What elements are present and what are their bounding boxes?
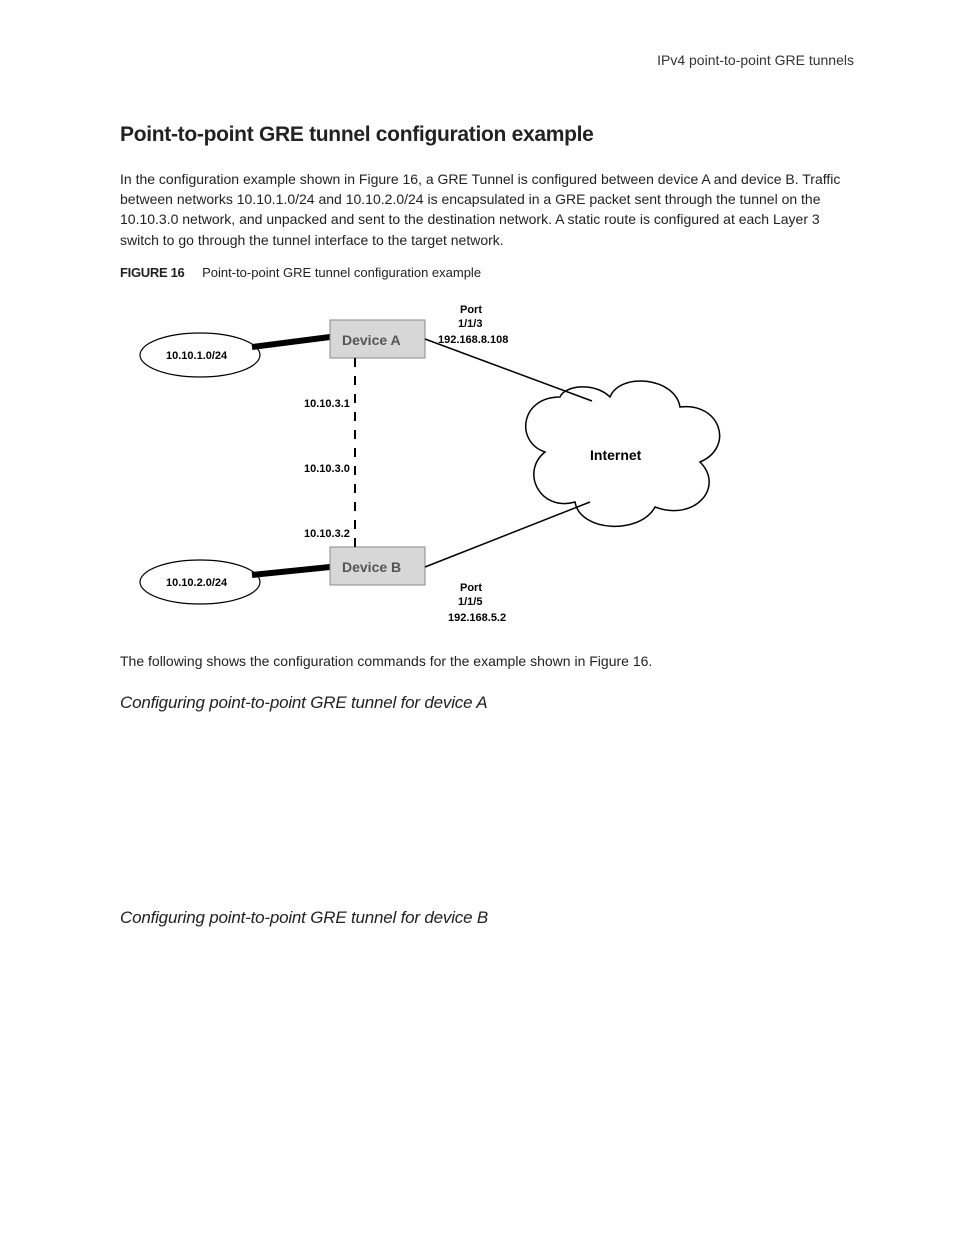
post-figure-text: The following shows the configuration co… bbox=[120, 651, 854, 671]
port-b-ip: 192.168.5.2 bbox=[448, 611, 506, 627]
tunnel-net: 10.10.3.0 bbox=[304, 462, 350, 478]
section-a-heading: Configuring point-to-point GRE tunnel fo… bbox=[120, 691, 854, 716]
device-a-label: Device A bbox=[342, 330, 401, 350]
figure-caption-text: Point-to-point GRE tunnel configuration … bbox=[202, 265, 481, 280]
port-a-ip: 192.168.8.108 bbox=[438, 333, 508, 349]
section-b-body bbox=[120, 940, 854, 1060]
tunnel-ip-b: 10.10.3.2 bbox=[304, 527, 350, 543]
figure-label: FIGURE 16 bbox=[120, 265, 184, 280]
internet-label: Internet bbox=[590, 445, 641, 465]
page-title: Point-to-point GRE tunnel configuration … bbox=[120, 120, 854, 150]
net-a-label: 10.10.1.0/24 bbox=[166, 349, 227, 365]
section-b-heading: Configuring point-to-point GRE tunnel fo… bbox=[120, 906, 854, 931]
tunnel-ip-a: 10.10.3.1 bbox=[304, 397, 350, 413]
section-a-body bbox=[120, 726, 854, 886]
port-b-num: 1/1/5 bbox=[458, 595, 482, 611]
intro-paragraph: In the configuration example shown in Fi… bbox=[120, 169, 854, 250]
port-a-num: 1/1/3 bbox=[458, 317, 482, 333]
figure-caption: FIGURE 16 Point-to-point GRE tunnel conf… bbox=[120, 264, 854, 283]
net-b-label: 10.10.2.0/24 bbox=[166, 576, 227, 592]
breadcrumb: IPv4 point-to-point GRE tunnels bbox=[120, 50, 854, 70]
device-b-label: Device B bbox=[342, 557, 401, 577]
network-diagram: Device A Device B 10.10.1.0/24 10.10.2.0… bbox=[120, 297, 760, 637]
